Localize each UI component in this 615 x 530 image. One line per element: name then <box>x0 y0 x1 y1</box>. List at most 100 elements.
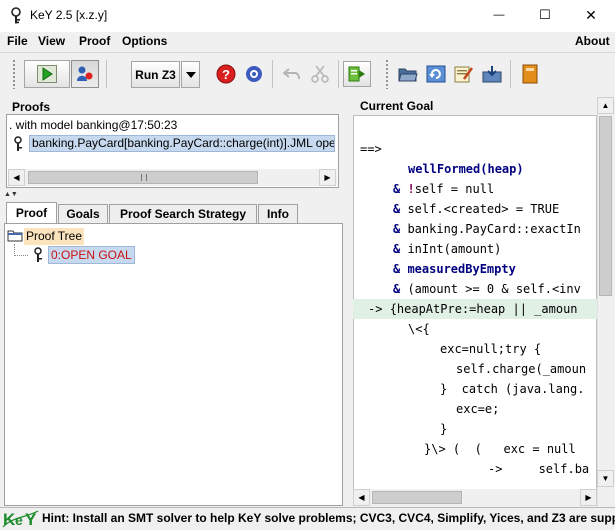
proof-tree-root[interactable]: Proof Tree <box>24 228 85 245</box>
tab-info[interactable]: Info <box>258 204 298 223</box>
open-folder-icon <box>398 68 418 82</box>
book-icon <box>522 64 538 84</box>
goal-and: & <box>393 262 408 276</box>
proof-environment-item[interactable]: . with model banking@17:50:23 <box>9 118 177 132</box>
goal-line-12: } catch (java.lang. <box>440 379 585 399</box>
open-button[interactable] <box>394 61 422 87</box>
chevron-up-icon: ▲ <box>601 101 610 110</box>
proof-item[interactable]: banking.PayCard[banking.PayCard::charge(… <box>29 135 335 152</box>
open-goal-node[interactable]: 0:OPEN GOAL <box>48 246 135 264</box>
split-divider[interactable] <box>345 95 351 507</box>
toolbar-separator <box>338 60 339 88</box>
undo-button[interactable] <box>278 61 306 87</box>
goal-line-5: & inInt(amount) <box>393 239 501 259</box>
open-goal-label: 0:OPEN GOAL <box>51 248 132 262</box>
menu-file[interactable]: File <box>7 34 28 48</box>
goal-implies: -> <box>368 302 390 316</box>
goal-not: ! <box>407 182 415 196</box>
minimize-button[interactable]: — <box>476 0 522 30</box>
window-title: KeY 2.5 [x.z.y] <box>30 8 108 22</box>
edit-icon <box>454 66 474 83</box>
save-button[interactable] <box>478 61 506 87</box>
tab-proof[interactable]: Proof <box>6 202 57 223</box>
status-hint-text: Hint: Install an SMT solver to help KeY … <box>42 511 615 525</box>
menu-options[interactable]: Options <box>122 34 167 48</box>
edit-button[interactable] <box>450 61 478 87</box>
undo-icon <box>283 68 300 80</box>
goal-line-9: \<{ <box>408 319 430 339</box>
run-z3-button[interactable]: Run Z3 <box>131 61 180 88</box>
toolbar-grip[interactable] <box>385 59 389 89</box>
run-z3-label: Run Z3 <box>135 67 176 82</box>
proof-tree-root-label: Proof Tree <box>26 229 83 243</box>
chevron-left-icon: ◀ <box>358 493 365 502</box>
goal-predicate: measuredByEmpty <box>407 262 516 276</box>
close-button[interactable]: ✕ <box>568 0 614 30</box>
current-goal-title: Current Goal <box>360 99 434 113</box>
goal-key-icon <box>34 247 42 262</box>
goal-line-10: exc=null;try { <box>440 339 541 359</box>
scroll-down-button[interactable]: ▼ <box>597 470 614 487</box>
menu-proof[interactable]: Proof <box>79 34 110 48</box>
goal-text: self.<created> = TRUE <box>407 202 560 216</box>
goal-line-1: wellFormed(heap) <box>408 159 524 179</box>
goal-line-14: } <box>440 419 447 439</box>
folder-icon <box>7 230 23 242</box>
goal-back-button[interactable] <box>343 61 371 87</box>
scroll-right-button[interactable]: ▶ <box>319 169 336 186</box>
settings-button[interactable] <box>240 61 268 87</box>
goal-line-8: -> {heapAtPre:=heap || _amoun <box>368 299 578 319</box>
goal-and: & <box>393 222 408 236</box>
status-hint: Hint: Install an SMT solver to help KeY … <box>42 511 615 525</box>
stop-icon: ? <box>216 64 236 84</box>
goal-text: } <box>440 422 448 436</box>
goal-scroll-left-button[interactable]: ◀ <box>353 489 370 506</box>
thumb-grip <box>141 174 147 181</box>
goal-line-2: & !self = null <box>393 179 494 199</box>
goal-text: } catch (java.lang. <box>440 382 585 396</box>
toolbar-separator <box>510 60 511 88</box>
goal-hscroll-thumb[interactable] <box>372 491 462 504</box>
user-icon <box>77 66 93 81</box>
stop-button[interactable]: ? <box>212 61 240 87</box>
title-bar: KeY 2.5 [x.z.y] — ☐ ✕ <box>0 0 615 32</box>
goal-arrow-icon <box>348 66 365 82</box>
goal-and: & <box>393 282 408 296</box>
svg-text:?: ? <box>222 67 230 82</box>
scroll-left-button[interactable]: ◀ <box>8 169 25 186</box>
prune-button[interactable] <box>306 61 334 87</box>
goal-scroll-right-button[interactable]: ▶ <box>580 489 597 506</box>
reload-button[interactable] <box>422 61 450 87</box>
goal-line-7: & (amount >= 0 & self.<inv <box>393 279 581 299</box>
goal-text: self = null <box>414 182 495 196</box>
goal-text: exc=e; <box>456 402 500 416</box>
user-interaction-button[interactable] <box>71 60 99 88</box>
proofs-scroll-thumb[interactable] <box>28 171 258 184</box>
minimize-icon: — <box>493 9 505 21</box>
chevron-right-icon: ▶ <box>585 493 592 502</box>
solver-dropdown-button[interactable] <box>181 61 200 88</box>
maximize-button[interactable]: ☐ <box>522 0 568 30</box>
split-collapse-up-icon[interactable]: ▲▼ <box>4 191 18 198</box>
goal-text: banking.PayCard::exactIn <box>407 222 581 236</box>
goal-text: (amount >= 0 & self.<inv <box>407 282 581 296</box>
goal-text: inInt(amount) <box>407 242 502 256</box>
goal-text: exc=null;try { <box>440 342 542 356</box>
goal-text: self.charge(_amoun <box>456 362 587 376</box>
proof-item-label: banking.PayCard[banking.PayCard::charge(… <box>32 136 335 150</box>
close-icon: ✕ <box>585 6 597 23</box>
toolbar-separator <box>272 60 273 88</box>
tab-goals[interactable]: Goals <box>58 204 108 223</box>
dropdown-arrow-icon <box>185 71 196 78</box>
toolbar-grip[interactable] <box>12 59 16 89</box>
menu-about[interactable]: About <box>575 34 610 48</box>
scissors-icon <box>311 65 329 83</box>
save-icon <box>482 66 502 83</box>
auto-mode-start-button[interactable] <box>24 60 70 88</box>
goal-scroll-thumb[interactable] <box>599 116 612 296</box>
scroll-up-button[interactable]: ▲ <box>597 97 614 114</box>
menu-view[interactable]: View <box>38 34 65 48</box>
book-button[interactable] <box>516 61 544 87</box>
svg-text:e: e <box>15 512 23 528</box>
tab-proof-search-strategy[interactable]: Proof Search Strategy <box>109 204 257 223</box>
